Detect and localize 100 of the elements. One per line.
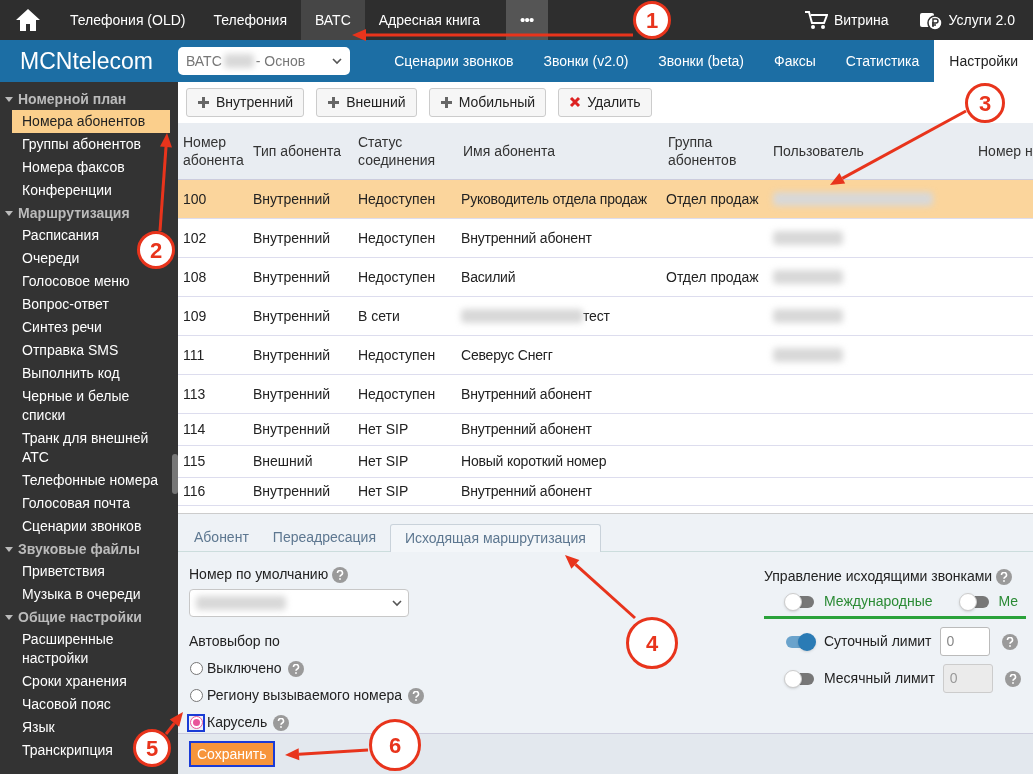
sidebar-item[interactable]: Голосовая почта: [12, 492, 135, 515]
sidebar-item[interactable]: Выполнить код: [12, 362, 124, 385]
table-cell-text: 113: [182, 384, 207, 404]
top-nav-item[interactable]: Телефония: [199, 0, 301, 40]
table-cell-text: 102: [182, 228, 208, 248]
sidebar-item[interactable]: Транк для внешней АТС: [12, 427, 178, 469]
table-cell-text: 108: [182, 267, 208, 287]
help-icon[interactable]: [332, 566, 349, 583]
sidebar-item[interactable]: Отправка SMS: [12, 339, 123, 362]
table-cell-text: Внутренний абонент: [461, 420, 592, 439]
toggle-switch[interactable]: [786, 595, 814, 608]
sidebar-section-header[interactable]: Номерной план: [0, 88, 178, 110]
toolbar-button[interactable]: Удалить: [558, 87, 652, 117]
column-header[interactable]: Пользователь: [768, 142, 973, 160]
sidebar-item[interactable]: Телефонные номера: [12, 469, 163, 492]
table-cell-text: Недоступен: [357, 267, 437, 287]
table-cell-text: Внутренний: [252, 482, 332, 501]
sidebar-item[interactable]: Группы абонентов: [12, 133, 145, 156]
caret-icon: [4, 209, 14, 217]
sidebar-item[interactable]: Вопрос-ответ: [12, 293, 113, 316]
brand-logo: MCNtelecom: [19, 46, 154, 76]
help-icon[interactable]: [1001, 633, 1018, 650]
sidebar-item[interactable]: Черные и белые списки: [12, 385, 178, 427]
field-label: Управление исходящими звонками: [764, 567, 993, 586]
sidebar-item[interactable]: Часовой пояс: [12, 693, 115, 716]
column-header[interactable]: Группа абонентов: [663, 133, 768, 169]
table-cell-text: Нет SIP: [357, 420, 410, 439]
toolbar-button[interactable]: Внутренний: [186, 87, 305, 117]
collapse-handle[interactable]: [172, 454, 178, 494]
table-cell-text: Недоступен: [357, 228, 437, 248]
limit-input[interactable]: 0: [939, 627, 990, 656]
pbx-select[interactable]: ВАТС - Основ: [178, 47, 350, 75]
nav-tab[interactable]: Звонки (beta): [643, 40, 760, 82]
sidebar-item[interactable]: Язык: [12, 716, 59, 739]
top-nav-link[interactable]: Витрина: [791, 0, 901, 40]
limit-label: Суточный лимит: [824, 632, 932, 651]
help-icon[interactable]: [1004, 670, 1021, 687]
column-header[interactable]: Тип абонента: [248, 142, 353, 160]
sidebar-item[interactable]: Синтез речи: [12, 316, 106, 339]
table-cell-text: Внутренний: [252, 345, 332, 365]
help-icon[interactable]: [996, 568, 1013, 585]
detail-tab[interactable]: Переадресация: [262, 523, 386, 551]
category-label: Международные: [824, 592, 933, 611]
top-nav-link[interactable]: Услуги 2.0: [906, 0, 1027, 40]
toolbar-button[interactable]: Внешний: [316, 87, 417, 117]
sidebar-item[interactable]: Расширенные настройки: [12, 628, 178, 670]
sidebar-section-header[interactable]: Маршрутизация: [0, 202, 178, 224]
sidebar-item[interactable]: Номера факсов: [12, 156, 129, 179]
table-cell-text: 111: [182, 345, 206, 365]
detail-tab[interactable]: Исходящая маршрутизация: [389, 524, 601, 552]
delete-x-icon: [569, 96, 582, 108]
sidebar-item[interactable]: Очереди: [12, 247, 84, 270]
help-icon[interactable]: [273, 714, 290, 731]
sidebar-item[interactable]: Сроки хранения: [12, 670, 131, 693]
toggle-switch[interactable]: [960, 595, 989, 608]
top-nav-item[interactable]: Телефония (OLD): [56, 0, 200, 40]
nav-tab[interactable]: Факсы: [759, 40, 831, 82]
nav-tab[interactable]: Настройки: [934, 40, 1033, 82]
limit-label: Месячный лимит: [824, 669, 935, 688]
sidebar-item[interactable]: Приветствия: [12, 560, 109, 583]
more-button[interactable]: •••: [506, 0, 548, 40]
toolbar-button[interactable]: Мобильный: [428, 87, 547, 117]
column-header[interactable]: Номер абонента: [178, 133, 248, 169]
sidebar-item[interactable]: Транскрипция: [12, 739, 117, 762]
table-row[interactable]: 100 Внутренний Недоступен Руководитель отдела продаж Отдел продаж: [178, 180, 1033, 219]
nav-tab[interactable]: Звонки (v2.0): [528, 40, 644, 82]
table-cell-text: 100: [182, 189, 208, 209]
top-nav-item[interactable]: Адресная книга: [364, 0, 495, 40]
chevron-down-icon: [392, 599, 402, 607]
column-header[interactable]: Имя абонента: [458, 142, 663, 160]
sidebar-section-header[interactable]: Звуковые файлы: [0, 538, 178, 560]
table-cell-text: Внутренний: [252, 189, 332, 209]
sidebar-item[interactable]: Сценарии звонков: [12, 515, 146, 538]
table-cell-text: Недоступен: [357, 189, 437, 209]
nav-tab[interactable]: Сценарии звонков: [379, 40, 529, 82]
sidebar-item[interactable]: Номера абонентов: [12, 110, 170, 133]
table-cell-text: Недоступен: [357, 345, 437, 365]
table-cell-text: Отдел продаж: [665, 267, 760, 287]
column-header[interactable]: Статус соединения: [353, 133, 458, 169]
sidebar-section-header[interactable]: Общие настройки: [0, 606, 178, 628]
radio-button[interactable]: [187, 713, 205, 732]
chevron-down-icon: [332, 57, 342, 65]
default-number-select[interactable]: [189, 589, 409, 617]
sidebar-item[interactable]: Расписания: [12, 224, 103, 247]
table-cell-text: Нет SIP: [357, 452, 410, 471]
radio-label: Карусель: [207, 713, 268, 732]
sidebar-item[interactable]: Конференции: [12, 179, 116, 202]
sidebar-item[interactable]: Музыка в очереди: [12, 583, 145, 606]
help-icon[interactable]: [408, 687, 425, 704]
nav-tab[interactable]: Статистика: [830, 40, 935, 82]
table-cell-text: Внутренний абонент: [461, 384, 592, 404]
column-header[interactable]: Номер н: [973, 142, 1033, 160]
table-cell-text: 115: [182, 452, 207, 471]
table-cell-text: Внутренний: [252, 384, 332, 404]
top-nav-item[interactable]: ВАТС: [300, 0, 365, 40]
annotation-arrow: [565, 555, 636, 620]
detail-tab[interactable]: Абонент: [184, 523, 259, 551]
help-icon[interactable]: [287, 660, 304, 677]
toggle-switch[interactable]: [786, 635, 814, 648]
sidebar-item[interactable]: Голосовое меню: [12, 270, 134, 293]
